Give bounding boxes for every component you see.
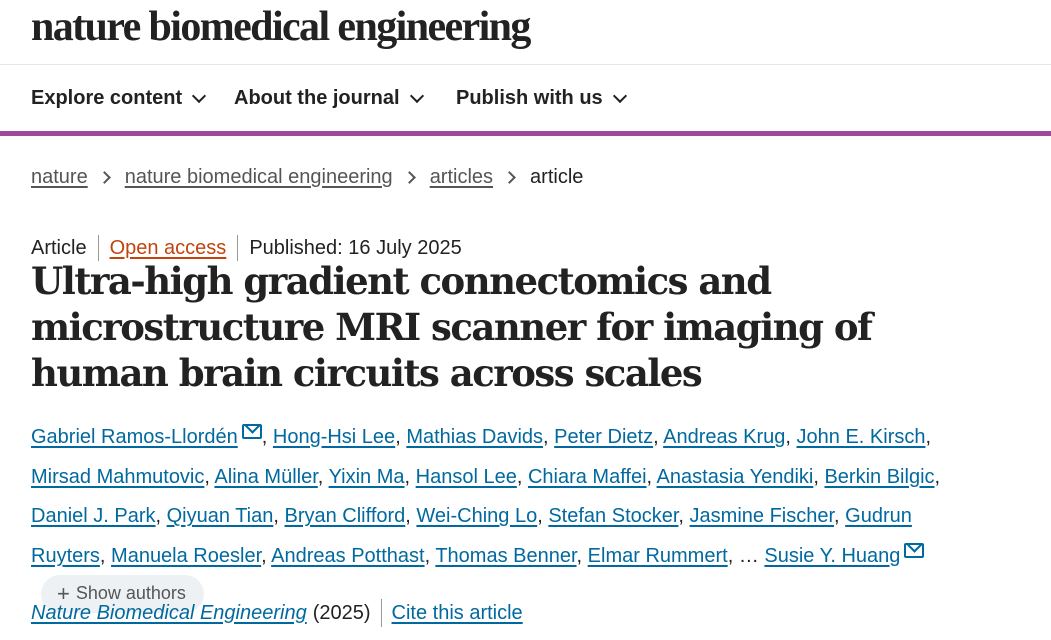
author-list: Gabriel Ramos-Llordén, Hong-Hsi Lee, Mat… <box>31 418 991 616</box>
author-link[interactable]: Mathias Davids <box>406 426 543 448</box>
author-link[interactable]: Berkin Bilgic <box>824 466 934 488</box>
author-link[interactable]: Bryan Clifford <box>284 505 405 527</box>
breadcrumb-current: article <box>530 166 584 188</box>
nav-label: About the journal <box>234 87 400 109</box>
nav-about-journal[interactable]: About the journal <box>234 87 424 110</box>
author-link[interactable]: Mirsad Mahmutovic <box>31 466 204 488</box>
author-link[interactable]: Wei-Ching Lo <box>416 505 537 527</box>
chevron-right-icon <box>402 171 416 184</box>
author-link[interactable]: John E. Kirsch <box>797 426 926 448</box>
nav-explore-content[interactable]: Explore content <box>31 87 207 110</box>
publication-year: (2025) <box>312 601 371 624</box>
open-access-link[interactable]: Open access <box>110 237 227 260</box>
chevron-down-icon <box>409 88 424 103</box>
published-date: Published: 16 July 2025 <box>249 236 462 259</box>
nav-label: Publish with us <box>456 87 603 109</box>
author-link[interactable]: Yixin Ma <box>329 466 405 488</box>
nav-publish-with-us[interactable]: Publish with us <box>456 87 627 110</box>
citation-line: Nature Biomedical Engineering (2025) Cit… <box>31 599 523 627</box>
site-header: nature biomedical engineering <box>0 0 1051 65</box>
author-link[interactable]: Jasmine Fischer <box>690 505 835 527</box>
mail-icon[interactable] <box>241 424 262 439</box>
author-ellipsis: … <box>738 544 759 567</box>
main-nav: Explore content About the journal Publis… <box>0 65 1051 136</box>
breadcrumb-link-journal[interactable]: nature biomedical engineering <box>125 166 393 189</box>
mail-icon[interactable] <box>904 542 925 558</box>
breadcrumb-link-articles[interactable]: articles <box>430 166 493 189</box>
breadcrumb: nature nature biomedical engineering art… <box>31 166 583 189</box>
divider <box>380 599 382 627</box>
author-link[interactable]: Thomas Benner <box>435 545 576 567</box>
article-title: Ultra-high gradient connectomics and mic… <box>31 259 873 395</box>
journal-link[interactable]: Nature Biomedical Engineering <box>31 602 307 625</box>
journal-logo[interactable]: nature biomedical engineering <box>31 3 531 51</box>
author-link[interactable]: Manuela Roesler <box>111 545 261 567</box>
author-link[interactable]: Chiara Maffei <box>528 466 647 488</box>
chevron-down-icon <box>192 88 207 103</box>
author-link[interactable]: Hong-Hsi Lee <box>273 426 395 448</box>
author-link[interactable]: Andreas Potthast <box>271 545 424 567</box>
author-link[interactable]: Susie Y. Huang <box>764 545 900 567</box>
author-link[interactable]: Alina Müller <box>214 466 317 488</box>
author-link[interactable]: Qiyuan Tian <box>167 505 274 527</box>
nav-label: Explore content <box>31 87 183 109</box>
author-link[interactable]: Gabriel Ramos-Llordén <box>31 426 238 448</box>
author-link[interactable]: Stefan Stocker <box>548 505 678 527</box>
author-link[interactable]: Hansol Lee <box>416 466 517 488</box>
author-link[interactable]: Andreas Krug <box>663 426 785 448</box>
chevron-right-icon <box>97 171 111 184</box>
cite-article-link[interactable]: Cite this article <box>392 602 523 625</box>
article-type: Article <box>31 236 87 259</box>
chevron-right-icon <box>503 171 516 184</box>
author-link[interactable]: Elmar Rummert <box>588 545 728 567</box>
breadcrumb-link-nature[interactable]: nature <box>31 166 88 189</box>
author-link[interactable]: Peter Dietz <box>554 426 653 448</box>
chevron-down-icon <box>612 88 627 103</box>
author-link[interactable]: Daniel J. Park <box>31 505 156 527</box>
author-link[interactable]: Anastasia Yendiki <box>657 466 814 488</box>
